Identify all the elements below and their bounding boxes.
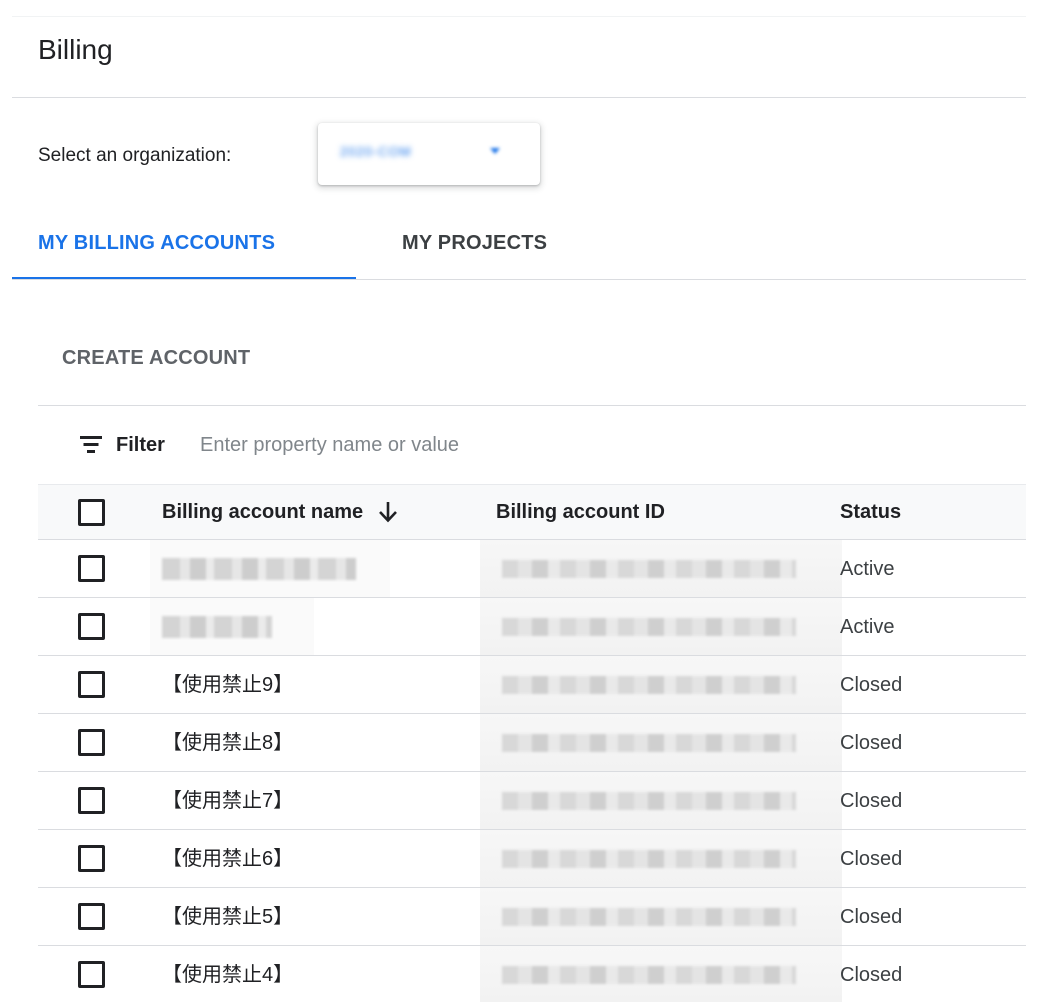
redacted-billing-account-id <box>480 772 842 829</box>
billing-account-status: Closed <box>840 789 903 812</box>
table-row[interactable]: 【使用禁止4】 Closed <box>38 946 1026 1002</box>
table-row[interactable]: 【使用禁止9】 Closed <box>38 656 1026 714</box>
arrow-down-icon[interactable] <box>377 500 399 524</box>
billing-account-status: Closed <box>840 963 903 986</box>
billing-account-status: Closed <box>840 731 903 754</box>
row-checkbox[interactable] <box>78 671 105 698</box>
table-row[interactable]: 【使用禁止5】 Closed <box>38 888 1026 946</box>
redacted-billing-account-id <box>480 830 842 887</box>
row-checkbox[interactable] <box>78 961 105 988</box>
billing-page: Billing Select an organization: 2020-COM… <box>0 0 1064 1002</box>
billing-account-name[interactable]: 【使用禁止4】 <box>162 946 482 1002</box>
billing-account-status: Closed <box>840 673 903 696</box>
select-all-checkbox[interactable] <box>78 498 105 526</box>
table-row[interactable]: 【使用禁止8】 Closed <box>38 714 1026 772</box>
row-checkbox[interactable] <box>78 903 105 930</box>
column-header-status[interactable]: Status <box>840 485 1020 539</box>
top-divider <box>12 16 1026 17</box>
column-header-name[interactable]: Billing account name <box>162 485 482 539</box>
table-header: Billing account name Billing account ID … <box>38 484 1026 540</box>
row-checkbox-cell <box>78 772 118 829</box>
tab-my-projects-label: MY PROJECTS <box>402 232 548 254</box>
filter-input[interactable] <box>200 430 900 460</box>
billing-account-name[interactable] <box>162 598 482 655</box>
row-checkbox[interactable] <box>78 845 105 872</box>
redacted-billing-account-id <box>480 888 842 945</box>
row-checkbox-cell <box>78 888 118 945</box>
redacted-billing-account-id <box>480 540 842 597</box>
row-checkbox[interactable] <box>78 555 105 582</box>
row-checkbox-cell <box>78 540 118 597</box>
redacted-billing-account-id <box>480 714 842 771</box>
create-account-button[interactable]: CREATE ACCOUNT <box>62 344 250 372</box>
redacted-billing-account-id <box>480 656 842 713</box>
row-checkbox[interactable] <box>78 787 105 814</box>
billing-account-name[interactable]: 【使用禁止8】 <box>162 714 482 771</box>
table-row[interactable]: Active <box>38 540 1026 598</box>
column-header-id[interactable]: Billing account ID <box>496 485 826 539</box>
filter-bar: Filter <box>38 420 1026 470</box>
page-title: Billing <box>38 34 113 65</box>
row-checkbox-cell <box>78 946 118 1002</box>
filter-icon[interactable] <box>80 436 102 454</box>
row-checkbox[interactable] <box>78 613 105 640</box>
redacted-name <box>162 557 356 580</box>
organization-selected-value: 2020-COM <box>340 144 412 159</box>
billing-account-name[interactable]: 【使用禁止6】 <box>162 830 482 887</box>
header-checkbox-cell <box>78 485 118 539</box>
column-header-name-label: Billing account name <box>162 501 364 523</box>
table-row[interactable]: Active <box>38 598 1026 656</box>
billing-tabs: MY BILLING ACCOUNTS MY PROJECTS <box>12 210 1026 280</box>
header-divider <box>12 97 1026 98</box>
billing-account-status: Closed <box>840 847 903 870</box>
row-checkbox-cell <box>78 656 118 713</box>
table-row[interactable]: 【使用禁止6】 Closed <box>38 830 1026 888</box>
tab-my-billing-accounts-label: MY BILLING ACCOUNTS <box>38 232 276 254</box>
toolbar-divider <box>38 405 1026 406</box>
table-row[interactable]: 【使用禁止7】 Closed <box>38 772 1026 830</box>
billing-account-name[interactable]: 【使用禁止5】 <box>162 888 482 945</box>
organization-label: Select an organization: <box>38 145 232 166</box>
tab-my-projects[interactable]: MY PROJECTS <box>402 210 622 278</box>
tab-my-billing-accounts[interactable]: MY BILLING ACCOUNTS <box>12 210 356 280</box>
billing-accounts-table: Billing account name Billing account ID … <box>38 484 1026 1002</box>
redacted-billing-account-id <box>480 946 842 1002</box>
billing-account-name[interactable] <box>162 540 482 597</box>
billing-account-name[interactable]: 【使用禁止7】 <box>162 772 482 829</box>
row-checkbox-cell <box>78 830 118 887</box>
row-checkbox-cell <box>78 714 118 771</box>
redacted-billing-account-id <box>480 598 842 655</box>
filter-label: Filter <box>116 434 165 456</box>
caret-down-icon <box>490 148 500 154</box>
billing-account-name[interactable]: 【使用禁止9】 <box>162 656 482 713</box>
billing-account-status: Closed <box>840 905 903 928</box>
tabs-divider <box>12 279 1026 280</box>
organization-select[interactable]: 2020-COM <box>318 123 540 185</box>
billing-account-status: Active <box>840 557 895 580</box>
billing-account-status: Active <box>840 615 895 638</box>
redacted-name <box>162 615 272 638</box>
row-checkbox-cell <box>78 598 118 655</box>
row-checkbox[interactable] <box>78 729 105 756</box>
